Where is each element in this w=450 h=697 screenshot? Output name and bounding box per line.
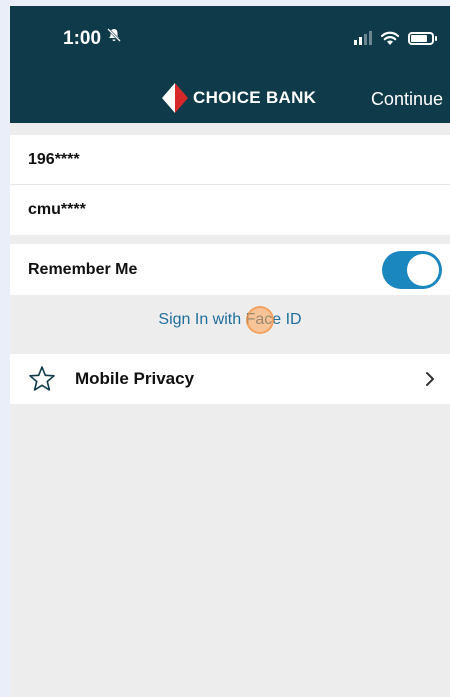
status-indicators [354, 30, 437, 46]
remember-me-toggle[interactable] [382, 250, 442, 289]
continue-button[interactable]: Continue [371, 89, 443, 110]
app-screen: 1:00 CHOICE BANK Continue 196**** cmu***… [10, 6, 450, 697]
star-icon [29, 366, 55, 391]
battery-icon [408, 31, 437, 45]
tap-indicator [246, 306, 274, 334]
choice-bank-logo-icon [162, 83, 188, 113]
status-time: 1:00 [63, 28, 102, 49]
username-field[interactable]: 196**** [10, 135, 450, 185]
menu-item-mobile-privacy[interactable]: Mobile Privacy [10, 354, 450, 404]
mobile-privacy-label: Mobile Privacy [75, 369, 195, 388]
brand-logo: CHOICE BANK [162, 83, 316, 113]
password-field[interactable]: cmu**** [10, 185, 450, 235]
cellular-signal-icon [354, 31, 372, 45]
remember-me-row: Remember Me [10, 244, 450, 295]
bell-slash-icon [106, 27, 122, 48]
remember-me-label: Remember Me [28, 260, 138, 278]
password-value: cmu**** [28, 201, 86, 218]
wifi-icon [380, 31, 400, 45]
brand-name: CHOICE BANK [193, 88, 317, 107]
chevron-right-icon [426, 372, 434, 386]
face-id-sign-in-button[interactable]: Sign In with Face ID [10, 295, 450, 345]
header-bar: 1:00 CHOICE BANK Continue [10, 6, 450, 123]
username-value: 196**** [28, 150, 80, 168]
